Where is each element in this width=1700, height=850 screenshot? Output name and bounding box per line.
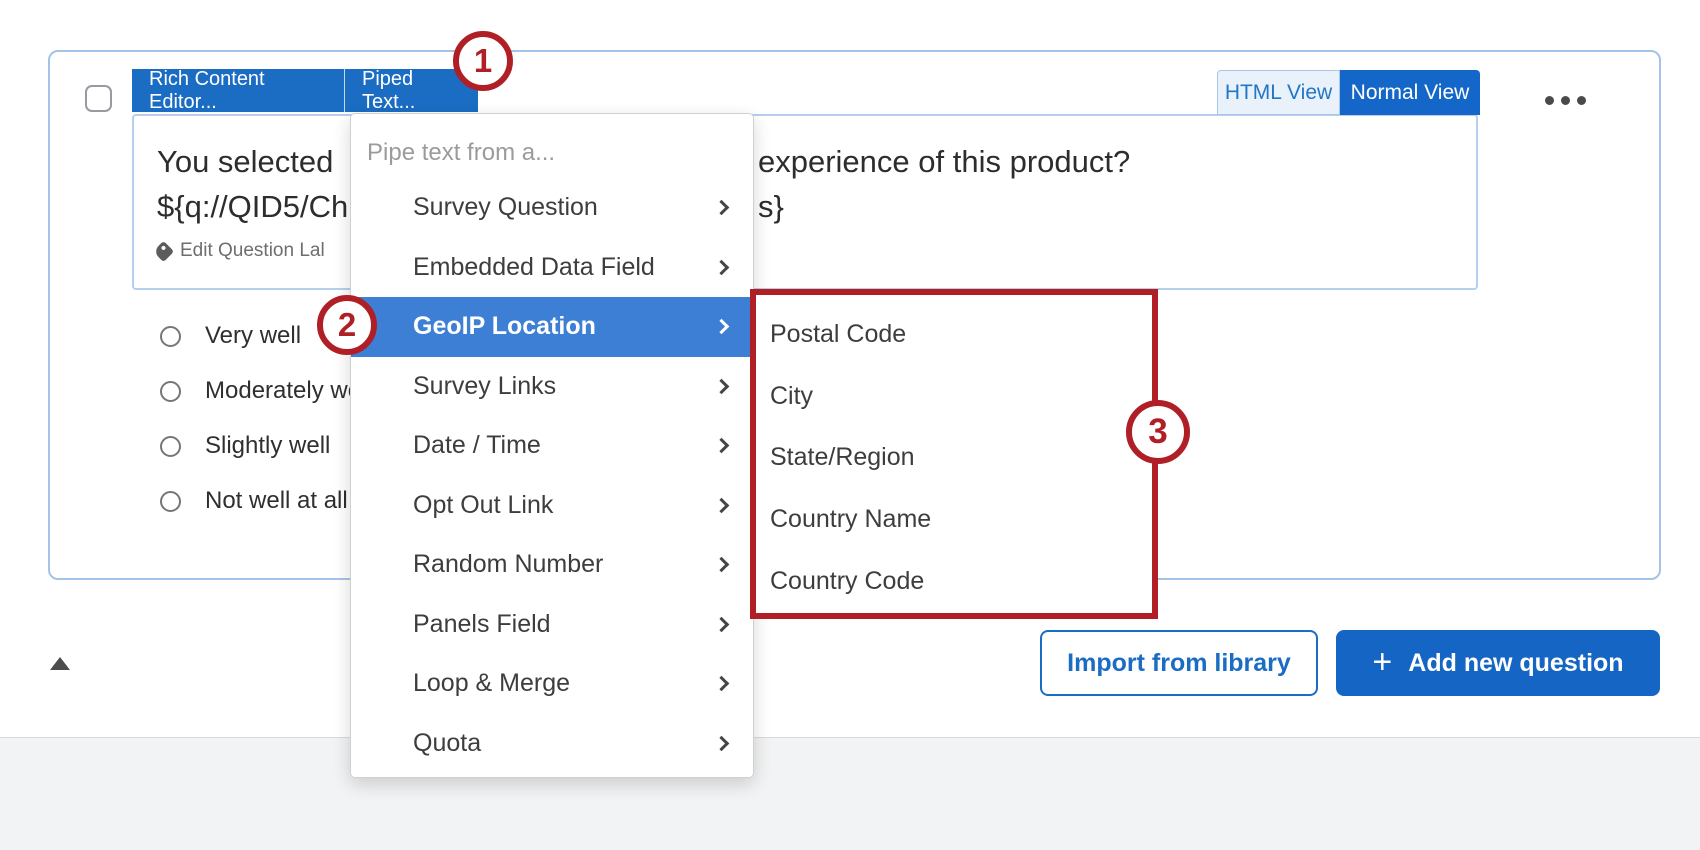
add-new-question-button[interactable]: + Add new question <box>1336 630 1660 696</box>
add-new-question-label: Add new question <box>1408 649 1623 678</box>
menu-item-label: GeoIP Location <box>413 312 596 341</box>
more-options-icon[interactable] <box>1545 96 1586 105</box>
submenu-item-country-code[interactable]: Country Code <box>756 550 1152 612</box>
submenu-item-city[interactable]: City <box>756 366 1152 428</box>
annotation-circle-3: 3 <box>1126 400 1190 464</box>
choice-label: Not well at all <box>205 487 348 515</box>
menu-item-random-number[interactable]: Random Number <box>351 535 753 595</box>
choice-label: Very well <box>205 322 301 350</box>
survey-editor-page: Add Block Rich Content Editor... Piped T… <box>0 0 1700 850</box>
menu-item-survey-question[interactable]: Survey Question <box>351 178 753 238</box>
edit-question-label-link[interactable]: Edit Question Lal <box>156 240 325 262</box>
chevron-right-icon <box>714 378 730 394</box>
menu-item-label: Quota <box>413 729 481 758</box>
menu-item-geoip-location[interactable]: GeoIP Location <box>351 297 753 357</box>
chevron-right-icon <box>714 200 730 216</box>
piped-text-menu: Pipe text from a... Survey Question Embe… <box>350 113 754 778</box>
normal-view-button[interactable]: Normal View <box>1340 70 1480 115</box>
chevron-right-icon <box>714 438 730 454</box>
view-toggle: HTML View Normal View <box>1217 70 1480 115</box>
edit-question-label-text: Edit Question Lal <box>180 240 325 262</box>
chevron-right-icon <box>714 676 730 692</box>
import-from-library-button[interactable]: Import from library <box>1040 630 1318 696</box>
annotation-circle-1: 1 <box>453 31 513 91</box>
tag-icon <box>153 240 174 261</box>
chevron-right-icon <box>714 557 730 573</box>
choice-row-very-well[interactable]: Very well <box>160 322 301 350</box>
menu-item-label: Random Number <box>413 550 603 579</box>
question-text-line1-right: experience of this product? <box>758 144 1130 180</box>
annotation-circle-2: 2 <box>317 295 377 355</box>
submenu-item-state-region[interactable]: State/Region <box>756 427 1152 489</box>
menu-item-label: Opt Out Link <box>413 491 553 520</box>
chevron-right-icon <box>714 616 730 632</box>
choice-label: Moderately we <box>205 377 361 405</box>
radio-icon[interactable] <box>160 381 181 402</box>
html-view-button[interactable]: HTML View <box>1217 70 1340 115</box>
menu-item-survey-links[interactable]: Survey Links <box>351 357 753 417</box>
question-select-checkbox[interactable] <box>85 85 112 112</box>
menu-item-opt-out-link[interactable]: Opt Out Link <box>351 476 753 536</box>
chevron-right-icon <box>714 735 730 751</box>
menu-item-embedded-data-field[interactable]: Embedded Data Field <box>351 238 753 298</box>
submenu-item-country-name[interactable]: Country Name <box>756 489 1152 551</box>
menu-item-label: Survey Question <box>413 193 598 222</box>
chevron-right-icon <box>714 259 730 275</box>
menu-item-label: Loop & Merge <box>413 669 570 698</box>
menu-item-label: Embedded Data Field <box>413 253 655 282</box>
page-footer-band <box>0 737 1700 850</box>
menu-item-label: Panels Field <box>413 610 551 639</box>
choice-row-slightly-well[interactable]: Slightly well <box>160 432 330 460</box>
geoip-submenu-annotated-box: Postal Code City State/Region Country Na… <box>750 289 1158 619</box>
choice-row-moderately-well[interactable]: Moderately we <box>160 377 361 405</box>
question-piped-code-right: s} <box>758 189 784 225</box>
menu-item-date-time[interactable]: Date / Time <box>351 416 753 476</box>
menu-item-label: Survey Links <box>413 372 556 401</box>
choice-row-not-well-at-all[interactable]: Not well at all <box>160 487 348 515</box>
collapse-block-arrow-icon[interactable] <box>50 657 70 670</box>
menu-item-loop-merge[interactable]: Loop & Merge <box>351 654 753 714</box>
menu-item-panels-field[interactable]: Panels Field <box>351 595 753 655</box>
menu-item-label: Date / Time <box>413 431 541 460</box>
menu-item-quota[interactable]: Quota <box>351 714 753 774</box>
editor-toolbar: Rich Content Editor... Piped Text... <box>132 69 478 112</box>
submenu-item-postal-code[interactable]: Postal Code <box>756 304 1152 366</box>
rich-content-editor-button[interactable]: Rich Content Editor... <box>132 69 345 112</box>
choice-label: Slightly well <box>205 432 330 460</box>
chevron-right-icon <box>714 497 730 513</box>
radio-icon[interactable] <box>160 491 181 512</box>
radio-icon[interactable] <box>160 326 181 347</box>
plus-icon: + <box>1372 645 1392 679</box>
chevron-right-icon <box>714 319 730 335</box>
piped-text-menu-placeholder: Pipe text from a... <box>351 128 753 178</box>
question-text-line1-left: You selected <box>157 144 333 180</box>
radio-icon[interactable] <box>160 436 181 457</box>
question-piped-code-left: ${q://QID5/Ch <box>157 189 348 225</box>
